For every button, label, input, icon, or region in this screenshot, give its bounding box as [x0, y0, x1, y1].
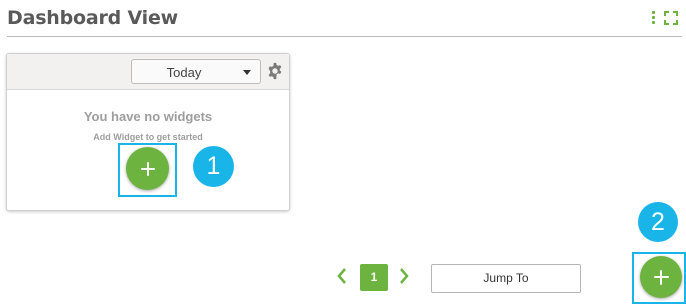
caret-down-icon	[243, 70, 251, 75]
empty-state-title: You have no widgets	[83, 109, 213, 124]
chevron-left-icon[interactable]	[336, 266, 348, 286]
kebab-vertical-icon[interactable]	[650, 11, 656, 27]
add-widget-button[interactable]	[126, 147, 169, 190]
date-range-value: Today	[166, 65, 202, 80]
gear-icon[interactable]	[266, 62, 284, 80]
step-badge-1: 1	[193, 146, 234, 187]
add-widget-fab[interactable]	[640, 256, 682, 298]
page-title: Dashboard View	[7, 7, 179, 29]
widget-toolbar: Today	[7, 54, 289, 90]
expand-icon[interactable]	[664, 11, 678, 25]
empty-state-subtitle: Add Widget to get started	[93, 132, 203, 142]
dashboard-header: Dashboard View	[0, 0, 686, 38]
pagination-current-page[interactable]: 1	[360, 264, 388, 291]
jump-to-button[interactable]: Jump To	[431, 264, 581, 293]
header-divider	[7, 36, 682, 37]
chevron-right-icon[interactable]	[398, 266, 410, 286]
step-badge-2: 2	[638, 202, 678, 242]
date-range-select[interactable]: Today	[131, 59, 261, 84]
